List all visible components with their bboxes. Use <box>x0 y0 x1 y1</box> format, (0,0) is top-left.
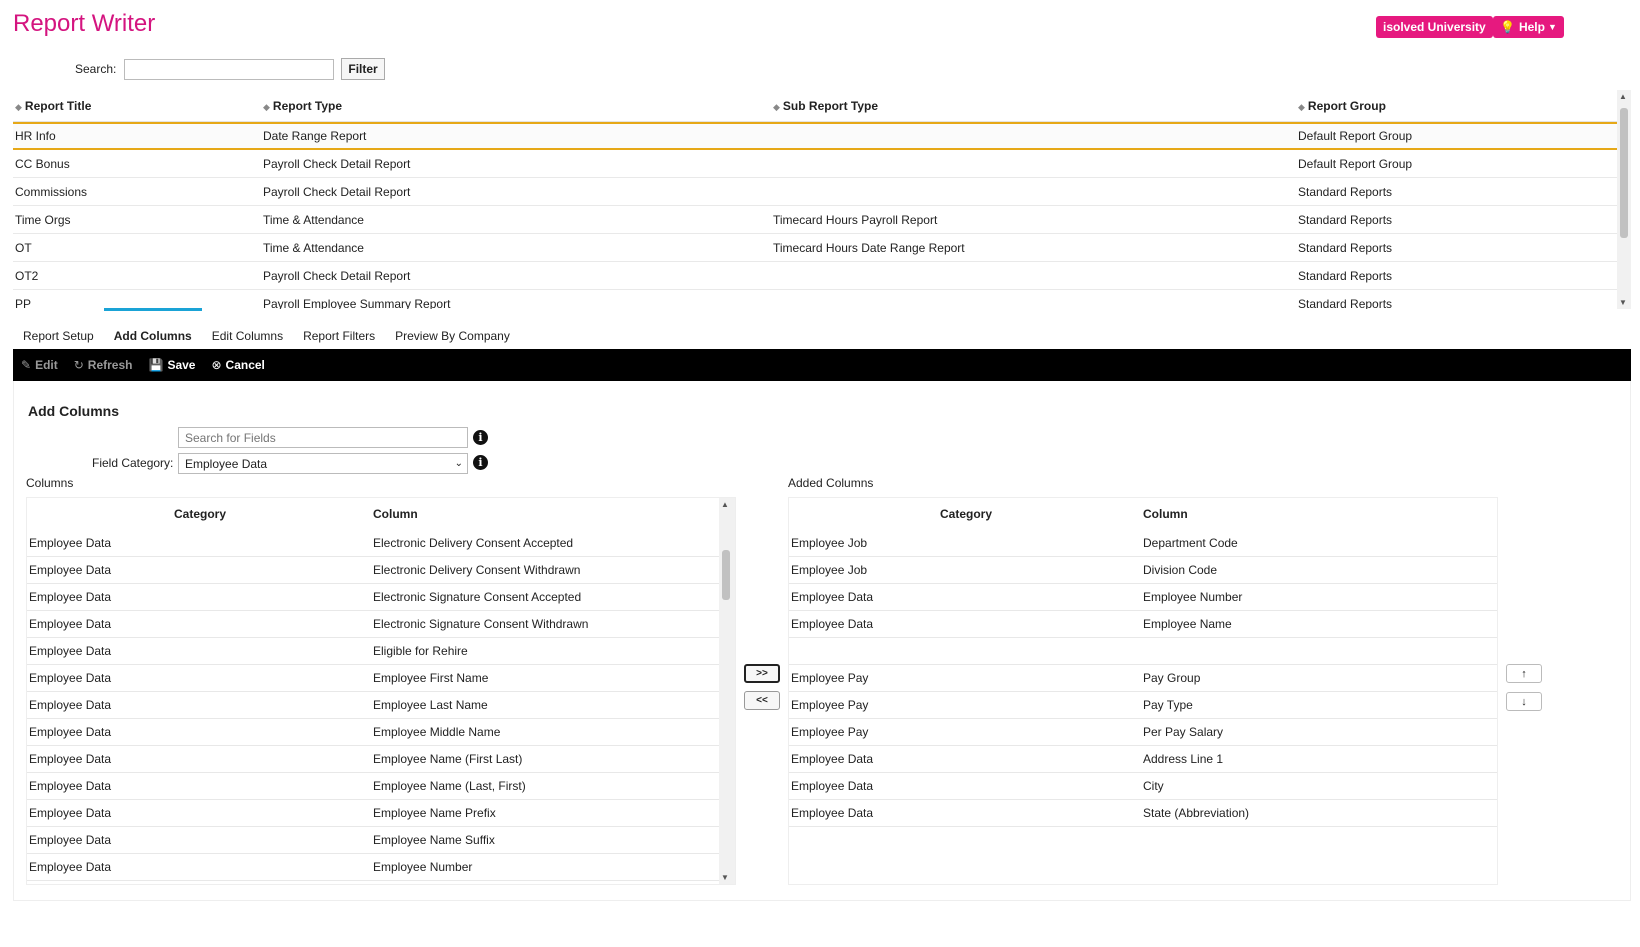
tab-report-setup[interactable]: Report Setup <box>13 322 104 350</box>
list-item[interactable]: Employee Data Employee Name <box>789 611 1497 638</box>
tab-report-filters[interactable]: Report Filters <box>293 322 385 350</box>
list-item[interactable]: Employee Data City <box>789 773 1497 800</box>
scroll-thumb[interactable] <box>722 550 730 600</box>
report-row[interactable]: OT2 Payroll Check Detail Report Standard R… <box>13 262 1631 290</box>
list-item[interactable]: Employee Data Employee Number <box>789 584 1497 611</box>
added-columns-grid: Category Column Employee Job Department Co… <box>788 497 1498 885</box>
save-icon: 💾 <box>148 358 164 372</box>
edit-icon: ✎ <box>21 358 32 372</box>
list-item[interactable]: Employee Data Employee Name Suffix <box>27 827 735 854</box>
available-scrollbar[interactable]: ▲ ▼ <box>719 498 735 884</box>
list-item[interactable] <box>789 638 1497 665</box>
search-input[interactable] <box>124 58 335 80</box>
add-column-button[interactable]: >> <box>744 664 780 683</box>
sort-icon: ◆ <box>1298 101 1305 112</box>
report-row[interactable]: HR Info Date Range Report Default Report G… <box>13 122 1631 150</box>
col-report-type[interactable]: ◆ Report Type <box>259 99 773 113</box>
list-item[interactable]: Employee Data Employee Name (First Last) <box>27 746 735 773</box>
save-button[interactable]: 💾 Save <box>148 358 195 372</box>
list-item[interactable]: Employee Data Electronic Delivery Consent… <box>27 557 735 584</box>
report-list-header: ◆ Report Title ◆ Report Type ◆ Sub Report T… <box>13 90 1631 122</box>
list-item[interactable]: Employee Data Employee Name (Last, First) <box>27 773 735 800</box>
refresh-icon: ↻ <box>73 358 84 372</box>
search-bar: Search: Filter <box>75 58 385 80</box>
add-columns-heading: Add Columns <box>28 403 119 419</box>
list-item[interactable]: Employee Data Employee Name Prefix <box>27 800 735 827</box>
list-item[interactable]: Employee Job Department Code <box>789 530 1497 557</box>
columns-label: Columns <box>26 476 74 490</box>
list-item[interactable]: Employee Pay Per Pay Salary <box>789 719 1497 746</box>
toolbar: ✎ Edit ↻ Refresh 💾 Save ⊗ Cancel <box>13 349 1631 381</box>
col-report-group[interactable]: ◆ Report Group <box>1298 99 1618 113</box>
report-list: ◆ Report Title ◆ Report Type ◆ Sub Report T… <box>13 90 1631 309</box>
report-row[interactable]: Time Orgs Time & Attendance Timecard Hours… <box>13 206 1631 234</box>
list-item[interactable]: Employee Pay Pay Group <box>789 665 1497 692</box>
edit-button[interactable]: ✎ Edit <box>21 358 58 372</box>
chevron-down-icon: ⌄ <box>454 458 463 469</box>
sort-icon: ◆ <box>15 101 22 112</box>
help-button[interactable]: 💡 Help ▼ <box>1493 16 1564 38</box>
tab-bar: Report Setup Add Columns Edit Columns Re… <box>13 308 520 350</box>
university-label: isolved University <box>1383 20 1486 34</box>
sort-icon: ◆ <box>263 101 270 112</box>
field-category-value: Employee Data <box>185 456 268 471</box>
grid-header: Category Column <box>939 507 1188 521</box>
report-row[interactable]: PP Payroll Employee Summary Report Standar… <box>13 290 1631 310</box>
list-item[interactable]: Employee Data Electronic Delivery Consent… <box>27 530 735 557</box>
field-category-label: Field Category: <box>92 456 174 470</box>
tab-add-columns[interactable]: Add Columns <box>103 308 202 350</box>
page-title: Report Writer <box>13 10 156 37</box>
list-item[interactable]: Employee Data Eligible for Rehire <box>27 638 735 665</box>
isolved-university-button[interactable]: isolved University <box>1376 16 1493 38</box>
report-list-scrollbar[interactable]: ▲ ▼ <box>1617 90 1631 309</box>
tab-preview-by-company[interactable]: Preview By Company <box>385 322 520 350</box>
available-columns-grid: Category Column Employee Data Electronic D… <box>26 497 736 885</box>
list-item[interactable]: Employee Data State (Abbreviation) <box>789 800 1497 827</box>
move-down-button[interactable]: ↓ <box>1506 692 1542 711</box>
col-sub-report-type[interactable]: ◆ Sub Report Type <box>773 99 1298 113</box>
scroll-down-icon[interactable]: ▼ <box>1619 298 1627 307</box>
info-icon[interactable]: i <box>473 430 488 445</box>
list-item[interactable]: Employee Data Electronic Signature Consen… <box>27 611 735 638</box>
list-item[interactable]: Employee Job Division Code <box>789 557 1497 584</box>
scroll-thumb[interactable] <box>1620 108 1628 238</box>
sort-icon: ◆ <box>773 101 780 112</box>
filter-button[interactable]: Filter <box>341 58 385 80</box>
report-row[interactable]: OT Time & Attendance Timecard Hours Date R… <box>13 234 1631 262</box>
list-item[interactable]: Employee Data Employee First Name <box>27 665 735 692</box>
list-item[interactable]: Employee Data Employee Number <box>27 854 735 881</box>
search-label: Search: <box>75 62 117 76</box>
field-search-input[interactable] <box>178 427 468 448</box>
list-item[interactable]: Employee Data Employee Last Name <box>27 692 735 719</box>
scroll-up-icon[interactable]: ▲ <box>1619 92 1627 101</box>
list-item[interactable]: Employee Data Electronic Signature Consen… <box>27 584 735 611</box>
info-icon[interactable]: i <box>473 455 488 470</box>
grid-header: Category Column <box>173 507 418 521</box>
refresh-button[interactable]: ↻ Refresh <box>74 358 133 372</box>
caret-down-icon: ▼ <box>1547 22 1557 32</box>
lightbulb-icon: 💡 <box>1500 20 1515 34</box>
scroll-up-icon[interactable]: ▲ <box>721 500 729 509</box>
scroll-down-icon[interactable]: ▼ <box>721 873 729 882</box>
list-item[interactable]: Employee Pay Pay Type <box>789 692 1497 719</box>
list-item[interactable]: Employee Data Employee Middle Name <box>27 719 735 746</box>
remove-column-button[interactable]: << <box>744 691 780 710</box>
col-report-title[interactable]: ◆ Report Title <box>13 99 259 113</box>
list-item[interactable]: Employee Data Address Line 1 <box>789 746 1497 773</box>
report-row[interactable]: Commissions Payroll Check Detail Report St… <box>13 178 1631 206</box>
tab-edit-columns[interactable]: Edit Columns <box>202 322 293 350</box>
move-up-button[interactable]: ↑ <box>1506 664 1542 683</box>
report-row[interactable]: CC Bonus Payroll Check Detail Report Defau… <box>13 150 1631 178</box>
cancel-button[interactable]: ⊗ Cancel <box>211 358 264 372</box>
added-columns-label: Added Columns <box>788 476 874 490</box>
cancel-icon: ⊗ <box>211 358 222 372</box>
field-category-select[interactable]: Employee Data ⌄ <box>178 453 468 474</box>
help-label: Help <box>1518 20 1545 34</box>
